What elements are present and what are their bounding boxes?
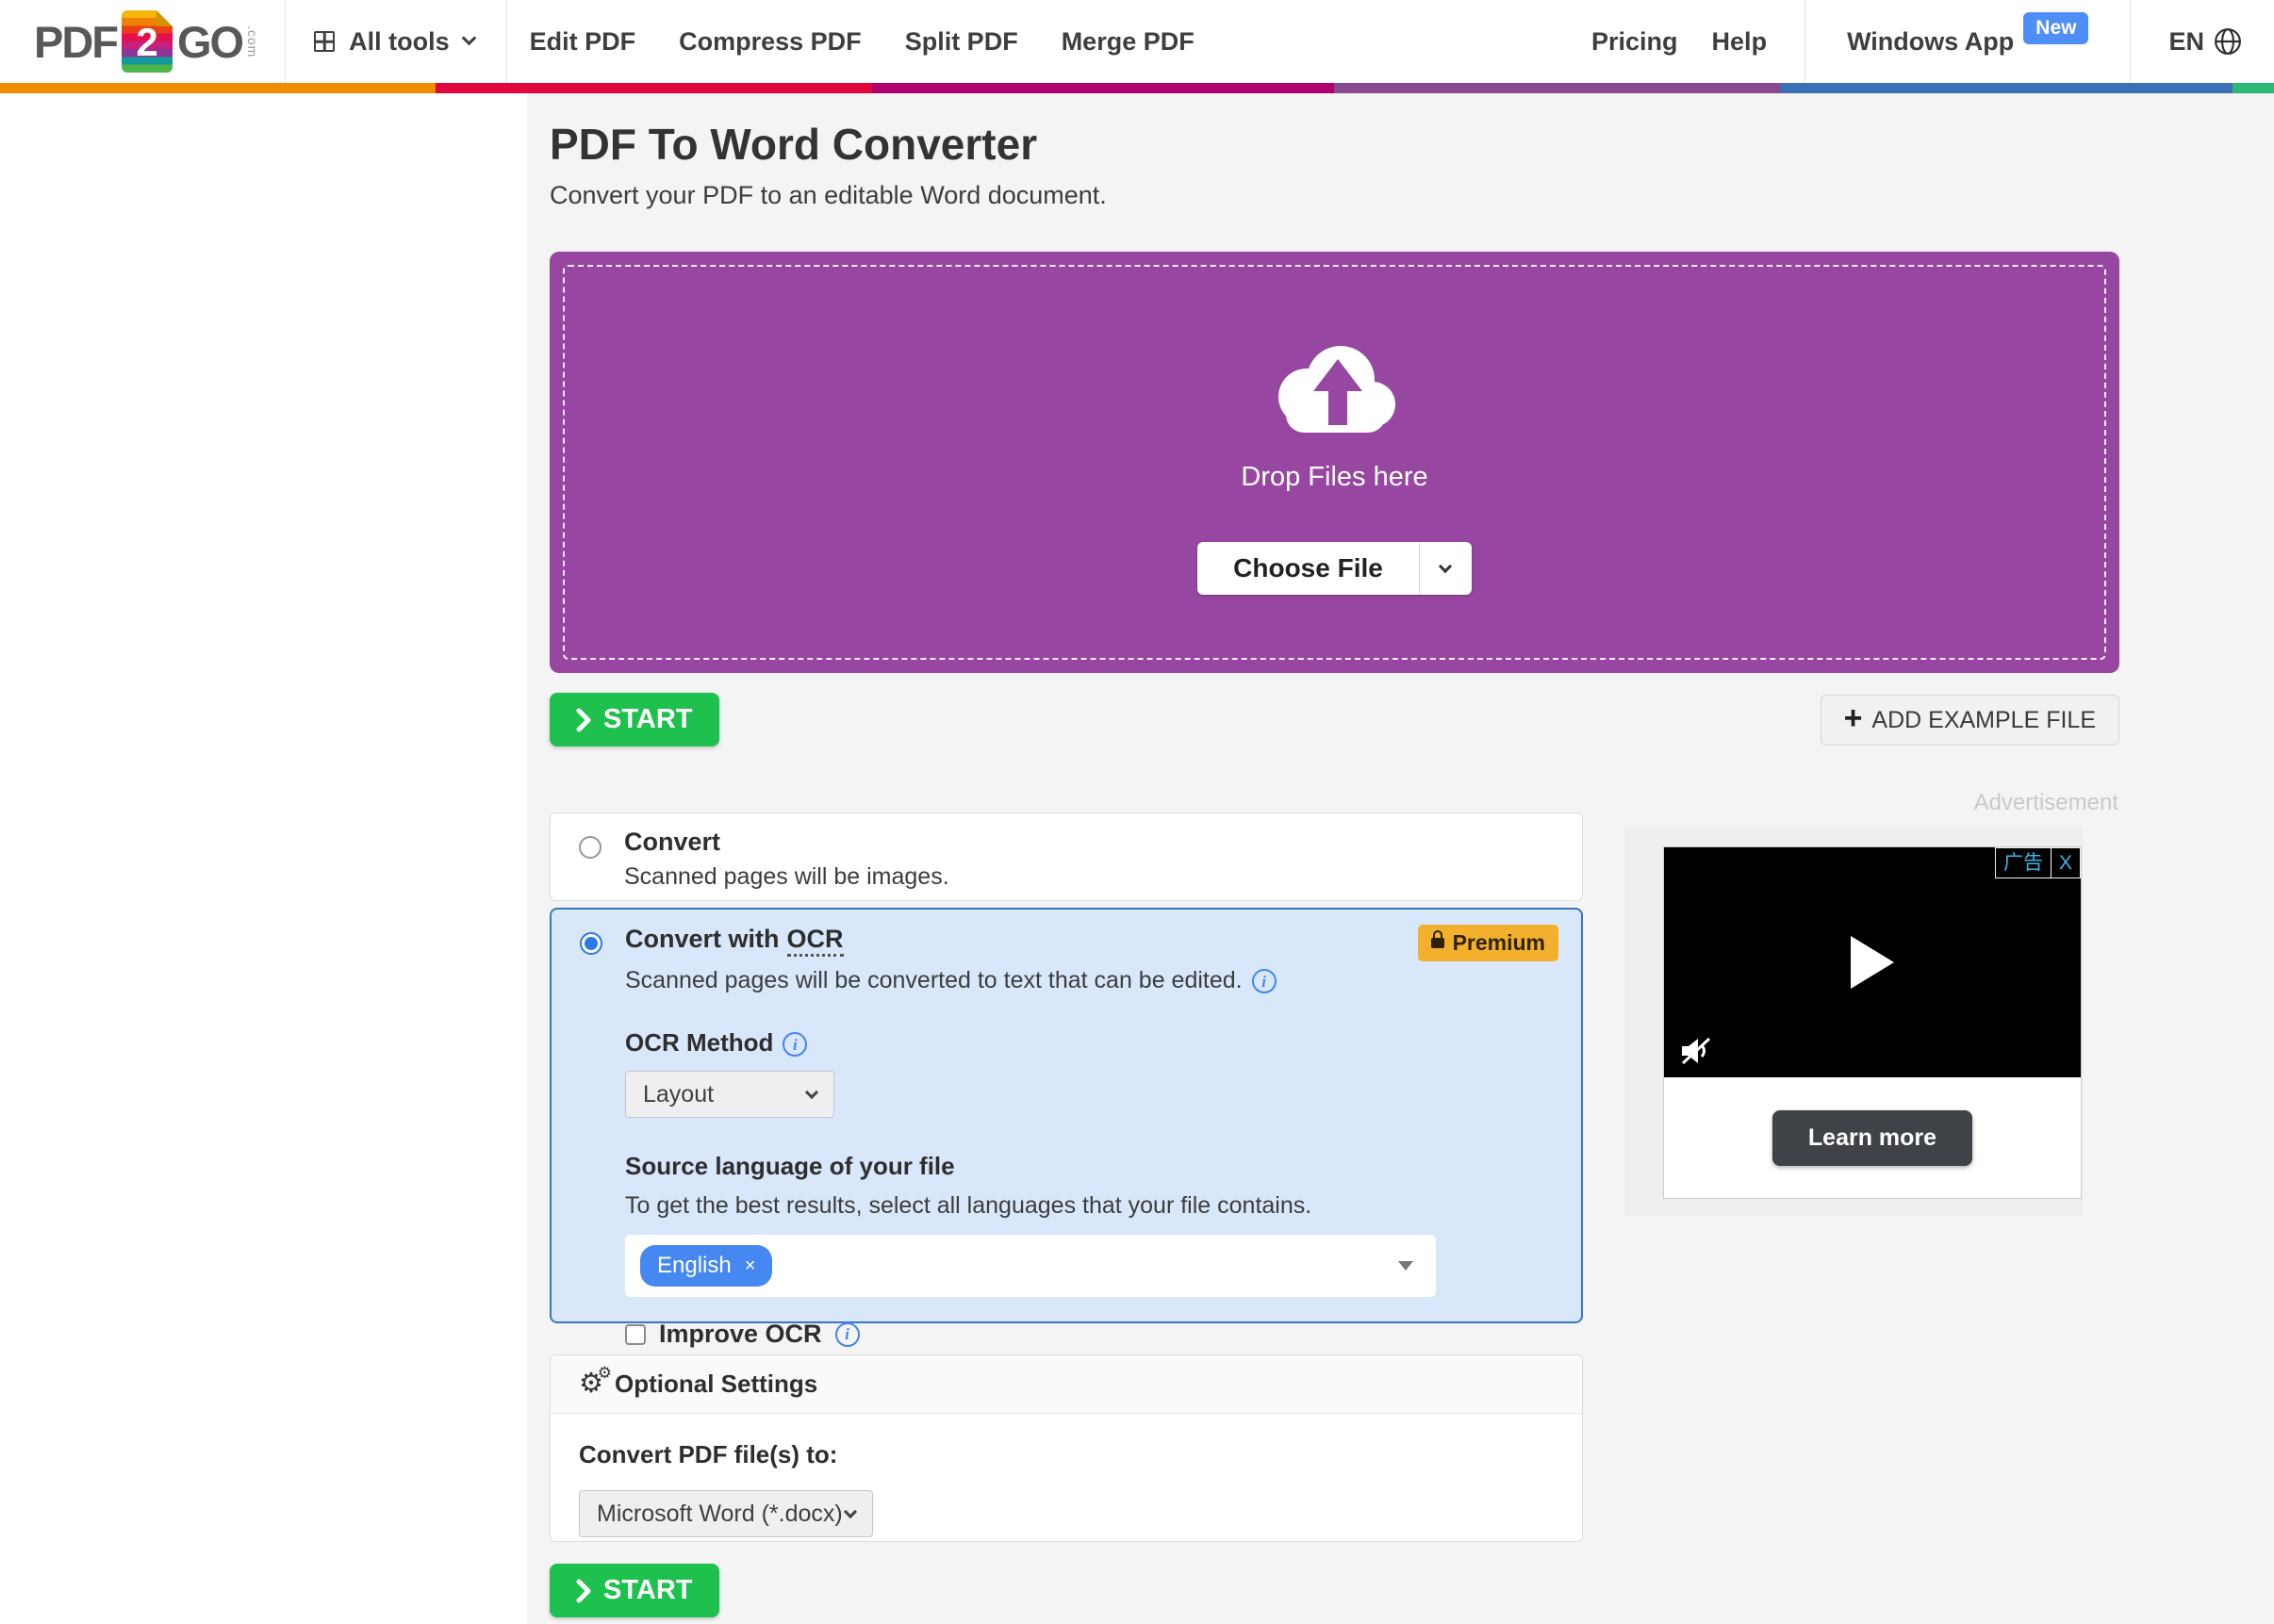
language-multiselect[interactable]: English × — [625, 1235, 1436, 1297]
convert-ocr-description: Scanned pages will be converted to text … — [625, 967, 1558, 994]
play-icon[interactable] — [1851, 936, 1894, 989]
nav-pricing[interactable]: Pricing — [1591, 27, 1678, 57]
chevron-down-icon — [843, 1504, 858, 1518]
nav-split-pdf[interactable]: Split PDF — [905, 27, 1018, 57]
add-example-file-button[interactable]: + ADD EXAMPLE FILE — [1820, 695, 2119, 746]
optional-settings-card: ⚙ ⚙ Optional Settings Convert PDF file(s)… — [550, 1354, 1583, 1542]
header-divider — [2130, 0, 2132, 83]
start-button-bottom[interactable]: START — [550, 1564, 719, 1617]
dropdown-caret-icon[interactable] — [1398, 1261, 1413, 1271]
main-nav: Edit PDF Compress PDF Split PDF Merge PD… — [530, 27, 1195, 57]
chevron-down-icon — [461, 30, 476, 45]
convert-ocr-radio[interactable] — [580, 932, 602, 955]
language-tag[interactable]: English × — [640, 1245, 773, 1287]
choose-file-dropdown[interactable] — [1418, 542, 1472, 595]
ad-badge-text[interactable]: 广告 — [1994, 847, 2052, 878]
header: PDF 2 GO .com All tools Edit PDF Compres… — [0, 0, 2274, 83]
chevron-down-icon — [1439, 559, 1453, 573]
logo-digit: 2 — [136, 20, 158, 64]
output-format-value: Microsoft Word (*.docx) — [597, 1500, 843, 1527]
page-title: PDF To Word Converter — [550, 120, 1038, 169]
logo-document-icon: 2 — [122, 10, 173, 73]
optional-settings-header[interactable]: ⚙ ⚙ Optional Settings — [551, 1355, 1582, 1414]
chevron-right-icon — [576, 1579, 591, 1602]
choose-file-label[interactable]: Choose File — [1197, 542, 1419, 595]
source-language-label: Source language of your file — [625, 1152, 955, 1180]
info-icon[interactable]: i — [834, 1321, 860, 1347]
logo-go-text: GO — [177, 16, 244, 67]
globe-icon[interactable] — [2214, 27, 2242, 56]
ocr-term[interactable]: OCR — [786, 925, 844, 957]
header-divider — [1804, 0, 1806, 83]
drop-files-label: Drop Files here — [1241, 462, 1428, 492]
file-dropzone[interactable]: Drop Files here Choose File — [550, 252, 2119, 673]
nav-edit-pdf[interactable]: Edit PDF — [530, 27, 636, 57]
improve-ocr-row: Improve OCR i — [625, 1320, 1558, 1349]
logo-tld: .com — [245, 25, 261, 58]
logo-fold-cover — [157, 10, 173, 26]
premium-badge[interactable]: Premium — [1417, 925, 1558, 961]
improve-ocr-label: Improve OCR — [659, 1320, 822, 1348]
convert-to-label: Convert PDF file(s) to: — [579, 1440, 838, 1468]
advertisement-label: Advertisement — [1973, 790, 2118, 815]
source-language-hint: To get the best results, select all lang… — [625, 1192, 1312, 1219]
ad-video[interactable]: 广告 X — [1664, 847, 2081, 1077]
header-divider — [505, 0, 507, 83]
info-icon[interactable]: i — [1251, 969, 1277, 994]
all-tools-menu[interactable]: All tools — [314, 26, 476, 57]
ad-panel: 广告 X Learn more — [1624, 827, 2083, 1216]
grid-icon — [314, 31, 336, 52]
chevron-down-icon — [804, 1085, 819, 1099]
nav-merge-pdf[interactable]: Merge PDF — [1062, 27, 1195, 57]
start-label: START — [603, 704, 693, 734]
ocr-method-value: Layout — [643, 1080, 715, 1107]
start-button-top[interactable]: START — [550, 693, 719, 746]
convert-option-card[interactable]: Convert Scanned pages will be images. — [550, 812, 1583, 901]
ad-close-icon[interactable]: X — [2050, 847, 2081, 878]
plus-icon: + — [1843, 700, 1863, 736]
muted-speaker-icon[interactable] — [1679, 1036, 1713, 1066]
remove-tag-icon[interactable]: × — [745, 1256, 756, 1275]
logo-pdf-text: PDF — [34, 16, 119, 67]
convert-ocr-option-card[interactable]: Convert with OCR Premium Scanned pages wi… — [550, 908, 1583, 1348]
nav-help[interactable]: Help — [1712, 27, 1768, 57]
ocr-method-label: OCR Method i — [625, 1028, 1558, 1058]
nav-windows-app[interactable]: Windows App — [1847, 27, 2014, 57]
start-label: START — [603, 1575, 693, 1605]
language-tag-label: English — [657, 1253, 732, 1278]
right-nav: Pricing Help Windows App New EN — [1591, 0, 2242, 83]
convert-ocr-label: Convert with OCR — [625, 925, 844, 957]
all-tools-label: All tools — [349, 26, 450, 56]
brand-color-stripe — [0, 83, 2274, 93]
add-example-label: ADD EXAMPLE FILE — [1871, 706, 2096, 733]
output-format-select[interactable]: Microsoft Word (*.docx) — [579, 1490, 873, 1537]
choose-file-button[interactable]: Choose File — [1197, 542, 1472, 595]
ad-card: 广告 X Learn more — [1663, 846, 2082, 1199]
convert-description: Scanned pages will be images. — [624, 863, 949, 890]
page-subtitle: Convert your PDF to an editable Word doc… — [550, 181, 1107, 209]
ocr-method-select[interactable]: Layout — [625, 1071, 834, 1118]
nav-compress-pdf[interactable]: Compress PDF — [679, 27, 862, 57]
new-badge: New — [2023, 12, 2089, 44]
gears-icon: ⚙ ⚙ — [579, 1364, 612, 1399]
logo[interactable]: PDF 2 GO .com — [34, 10, 260, 73]
chevron-right-icon — [576, 708, 591, 731]
convert-label: Convert — [624, 828, 721, 856]
optional-settings-title: Optional Settings — [615, 1370, 818, 1398]
learn-more-button[interactable]: Learn more — [1771, 1109, 1973, 1166]
lock-icon — [1430, 930, 1444, 948]
improve-ocr-checkbox[interactable] — [625, 1323, 646, 1345]
info-icon[interactable]: i — [783, 1032, 808, 1058]
upload-cloud-icon — [1260, 335, 1410, 452]
language-selector[interactable]: EN — [2168, 27, 2204, 57]
premium-label: Premium — [1452, 930, 1545, 955]
header-divider — [285, 0, 287, 83]
page: PDF 2 GO .com All tools Edit PDF Compres… — [0, 0, 2274, 1624]
convert-radio[interactable] — [579, 836, 601, 859]
